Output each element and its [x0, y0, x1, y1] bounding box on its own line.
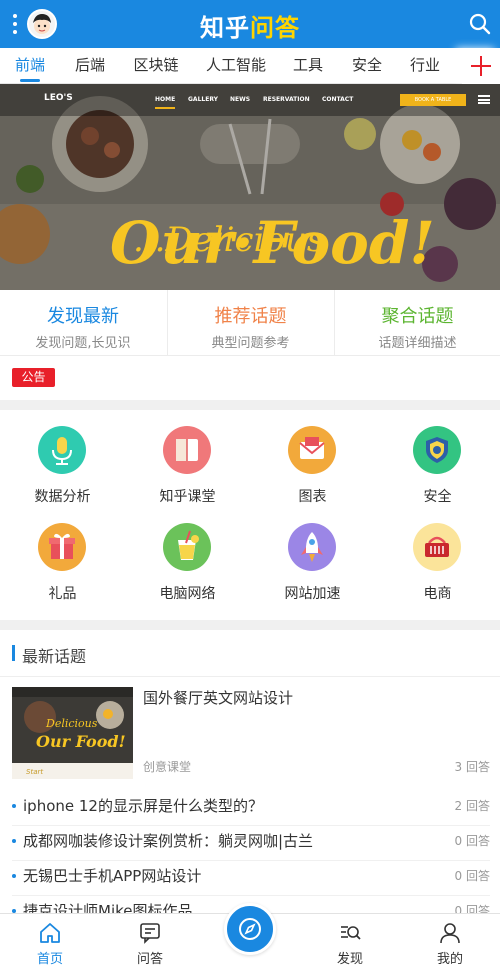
nav-home[interactable]: 首页 — [0, 914, 100, 971]
nav-qa-label: 问答 — [136, 952, 163, 967]
featured-topic-card[interactable]: Delicious Our Food! Start 国外餐厅英文网站设计 创意课… — [12, 687, 490, 781]
featured-topic-thumbnail: Delicious Our Food! Start — [12, 687, 133, 779]
section-accent-bar — [12, 645, 15, 661]
feature-title: 发现最新 — [47, 306, 119, 327]
category-security[interactable]: 安全 — [375, 410, 500, 507]
feature-aggregated-topics[interactable]: 聚合话题 话题详细描述 — [334, 290, 500, 356]
tab-backend[interactable]: 后端 — [66, 48, 114, 84]
book-table-button[interactable]: BOOK A TABLE — [400, 94, 466, 106]
latest-topics-title: 最新话题 — [22, 647, 87, 666]
banner-title-line2: Our·Food! — [110, 209, 435, 277]
category-zhihu-class[interactable]: 知乎课堂 — [125, 410, 250, 507]
feature-subtitle: 发现问题,长见识 — [35, 336, 131, 351]
home-icon — [40, 923, 60, 943]
list-item[interactable]: 无锡巴士手机APP网站设计 0 回答 — [12, 861, 490, 896]
discover-icon — [341, 926, 361, 940]
feature-subtitle: 话题详细描述 — [378, 336, 457, 351]
tab-frontend[interactable]: 前端 — [6, 48, 54, 84]
feature-title: 聚合话题 — [381, 306, 454, 327]
feature-subtitle: 典型问题参考 — [211, 336, 290, 351]
plus-icon[interactable] — [462, 48, 500, 84]
nav-mine-label: 我的 — [436, 952, 463, 967]
tab-tools[interactable]: 工具 — [284, 48, 332, 84]
category-gifts[interactable]: 礼品 — [0, 507, 125, 604]
thumb-footer-text: Start — [26, 768, 43, 776]
nav-discover[interactable]: 发现 — [300, 914, 400, 971]
banner-nav-reservation[interactable]: RESERVATION — [263, 96, 310, 103]
category-label: 安全 — [423, 489, 452, 505]
featured-topic-title[interactable]: 国外餐厅英文网站设计 — [143, 687, 293, 708]
category-label: 电脑网络 — [159, 586, 216, 602]
bullet-dot — [12, 874, 16, 878]
feature-title: 推荐话题 — [214, 306, 287, 327]
list-item-answers: 2 回答 — [454, 799, 490, 813]
nav-mine[interactable]: 我的 — [400, 914, 500, 971]
list-item[interactable]: iphone 12的显示屏是什么类型的？ 2 回答 — [12, 791, 490, 826]
microphone-icon — [38, 426, 86, 474]
list-item-title[interactable]: 无锡巴士手机APP网站设计 — [23, 861, 201, 891]
hero-banner[interactable]: LEO'S HOME GALLERY NEWS RESERVATION CONT… — [0, 84, 500, 290]
category-label: 电商 — [423, 586, 452, 602]
list-item-answers: 0 回答 — [454, 869, 490, 883]
thumb-title-2: Our Food! — [36, 732, 126, 751]
category-grid: 数据分析 知乎课堂 图表 安全 礼品 电脑网络 网站加速 电商 — [0, 410, 500, 620]
category-label: 礼品 — [48, 586, 77, 602]
list-item-answers: 0 回答 — [454, 834, 490, 848]
banner-nav-gallery[interactable]: GALLERY — [188, 96, 218, 103]
compass-button[interactable] — [224, 903, 276, 955]
category-charts[interactable]: 图表 — [250, 410, 375, 507]
featured-topic-answers: 3 回答 — [454, 760, 490, 774]
nav-home-label: 首页 — [36, 952, 63, 967]
list-item-title[interactable]: iphone 12的显示屏是什么类型的？ — [23, 791, 263, 821]
category-computer-network[interactable]: 电脑网络 — [125, 507, 250, 604]
thumb-title-1: Delicious — [45, 717, 98, 730]
banner-brand: LEO'S — [44, 93, 73, 103]
category-label: 知乎课堂 — [159, 489, 216, 505]
gift-icon — [38, 523, 86, 571]
bullet-dot — [12, 839, 16, 843]
category-tabs: 前端 后端 区块链 人工智能 工具 安全 行业 — [0, 48, 500, 84]
tab-blockchain[interactable]: 区块链 — [126, 48, 186, 84]
chat-icon — [140, 923, 160, 944]
banner-menu-icon[interactable] — [478, 95, 490, 104]
feature-recommended-topics[interactable]: 推荐话题 典型问题参考 — [167, 290, 333, 356]
app-logo: 知乎问答 — [0, 8, 500, 43]
app-header: 知乎问答 — [0, 0, 500, 48]
tab-ai[interactable]: 人工智能 — [198, 48, 274, 84]
category-label: 数据分析 — [34, 489, 91, 505]
featured-topic-category[interactable]: 创意课堂 — [143, 758, 191, 775]
shield-icon — [413, 426, 461, 474]
tab-industry[interactable]: 行业 — [401, 48, 449, 84]
list-item[interactable]: 成都网咖装修设计案例赏析：躺灵网咖|古兰 0 回答 — [12, 826, 490, 861]
book-icon — [163, 426, 211, 474]
compass-icon — [239, 918, 261, 940]
notice-badge[interactable]: 公告 — [12, 368, 55, 387]
drink-icon — [163, 523, 211, 571]
banner-nav-news[interactable]: NEWS — [230, 96, 250, 103]
feature-links: 发现最新 发现问题,长见识 推荐话题 典型问题参考 聚合话题 话题详细描述 — [0, 290, 500, 356]
tab-security[interactable]: 安全 — [343, 48, 391, 84]
search-icon[interactable] — [468, 12, 492, 36]
envelope-icon — [288, 426, 336, 474]
bullet-dot — [12, 804, 16, 808]
feature-discover-latest[interactable]: 发现最新 发现问题,长见识 — [0, 290, 166, 356]
basket-icon — [413, 523, 461, 571]
user-icon — [440, 923, 460, 944]
category-data-analysis[interactable]: 数据分析 — [0, 410, 125, 507]
logo-highlight: 问答 — [250, 14, 300, 42]
list-item-title[interactable]: 成都网咖装修设计案例赏析：躺灵网咖|古兰 — [23, 826, 313, 856]
category-label: 网站加速 — [284, 586, 341, 602]
category-site-acceleration[interactable]: 网站加速 — [250, 507, 375, 604]
banner-nav-contact[interactable]: CONTACT — [322, 96, 353, 103]
notice-bar: 公告 — [0, 356, 500, 400]
banner-navbar: LEO'S HOME GALLERY NEWS RESERVATION CONT… — [0, 84, 500, 116]
latest-topics-header: 最新话题 — [0, 630, 500, 677]
logo-text: 知乎 — [200, 14, 250, 42]
category-ecommerce[interactable]: 电商 — [375, 507, 500, 604]
nav-qa[interactable]: 问答 — [100, 914, 200, 971]
category-label: 图表 — [298, 489, 327, 505]
rocket-icon — [288, 523, 336, 571]
nav-discover-label: 发现 — [336, 952, 363, 967]
banner-nav-home[interactable]: HOME — [155, 96, 176, 109]
